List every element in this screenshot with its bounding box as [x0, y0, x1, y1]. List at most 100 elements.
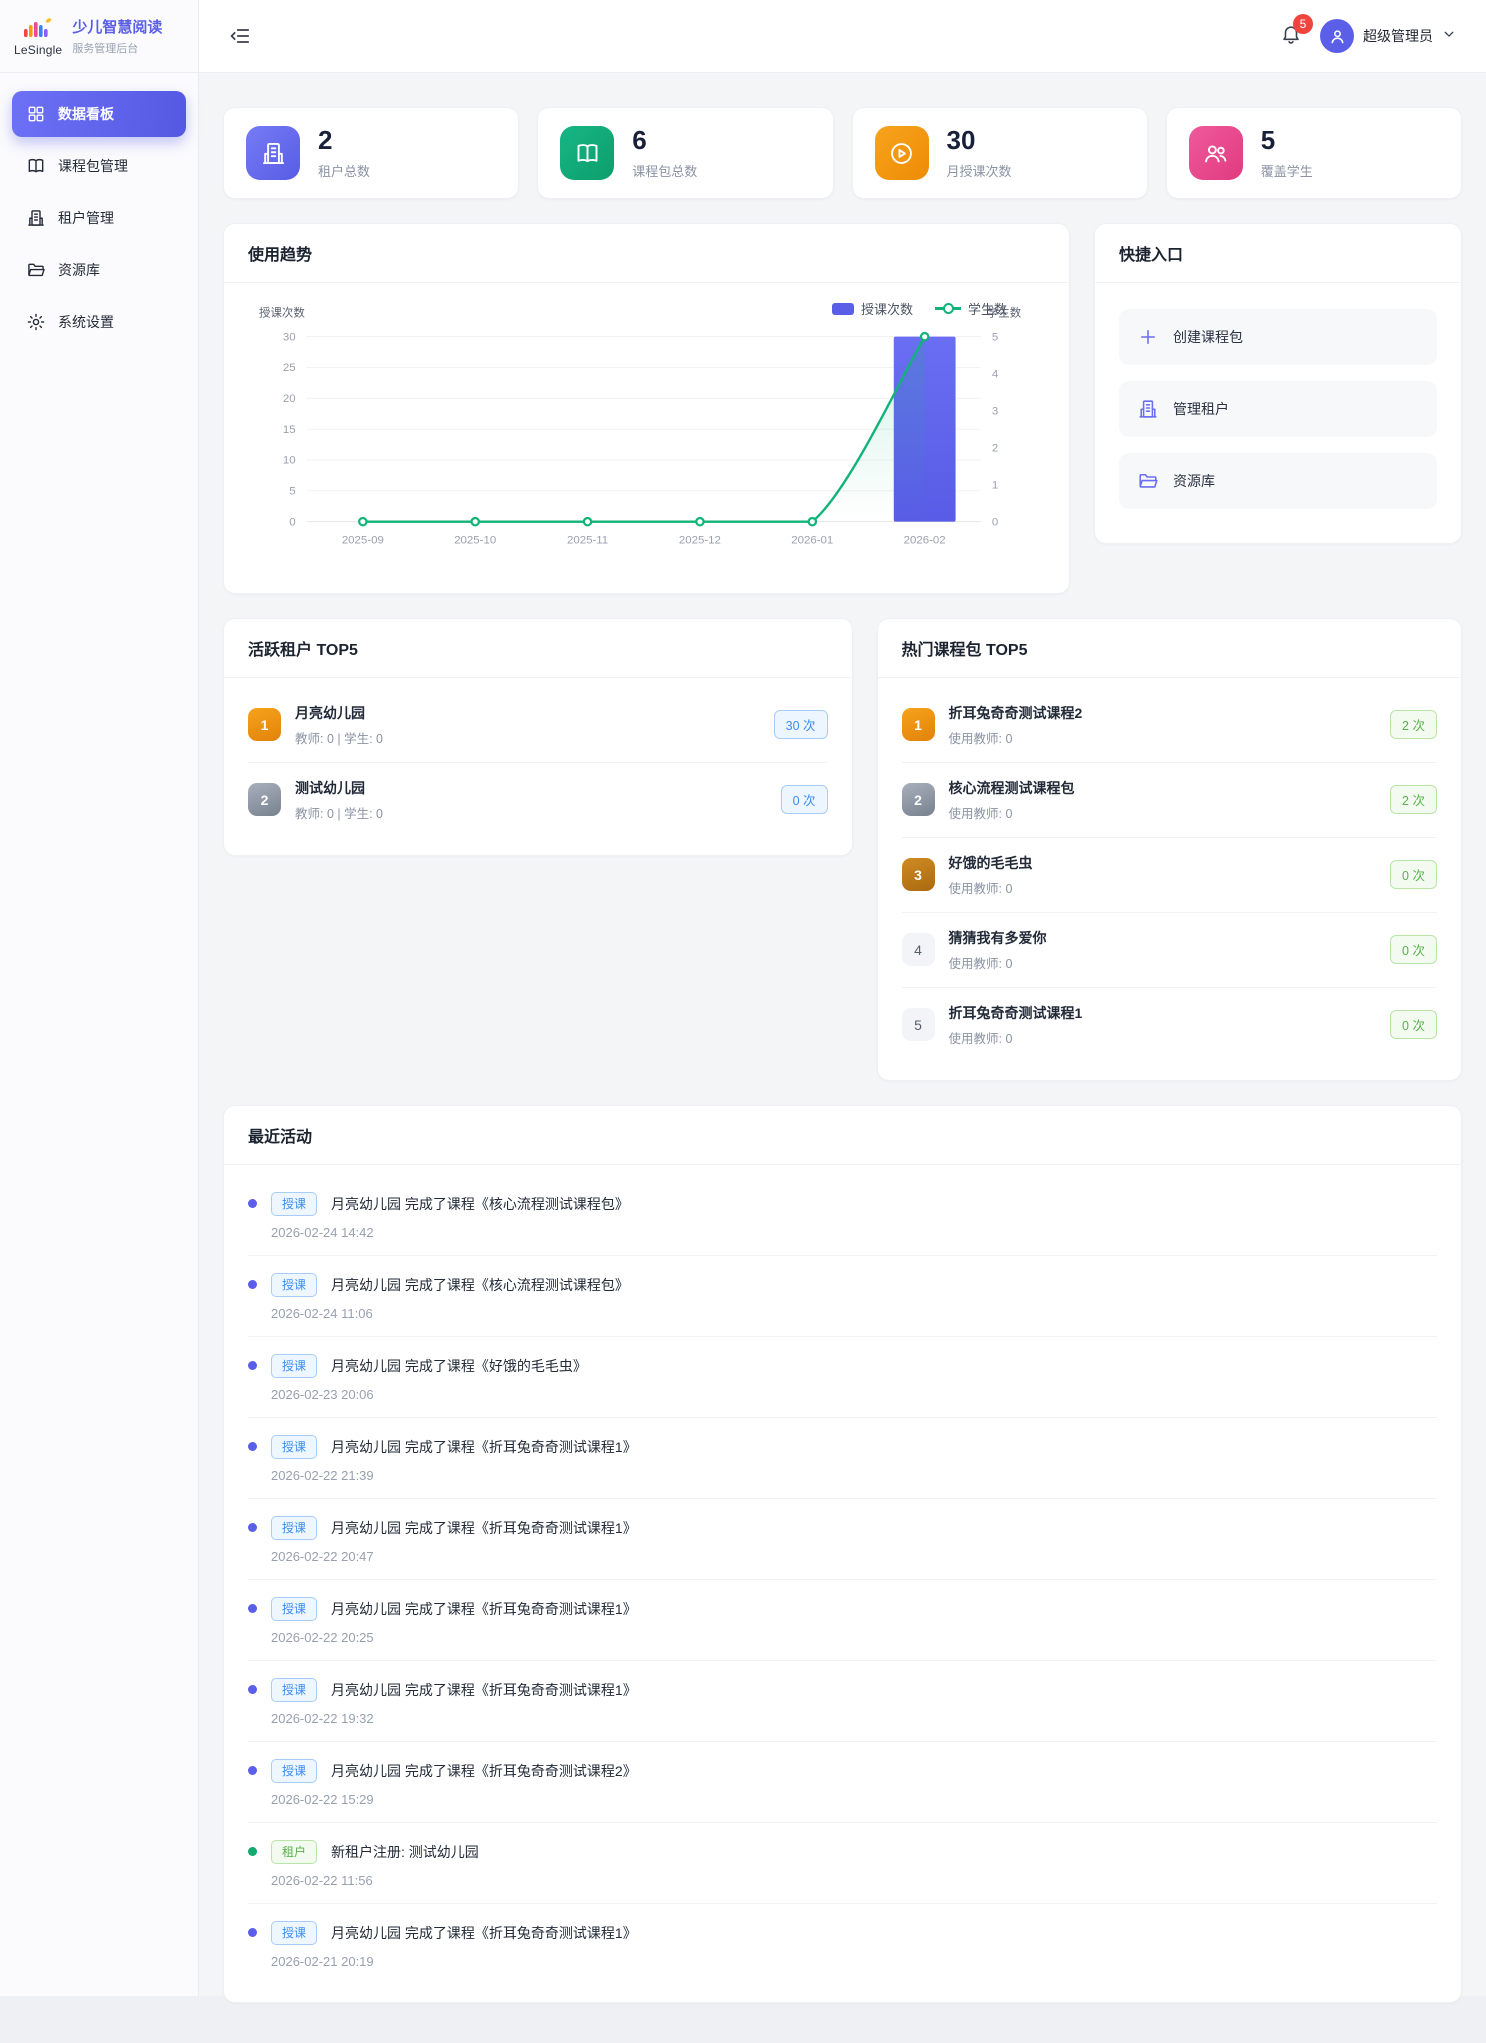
sidebar: LeSingle 少儿智慧阅读 服务管理后台 数据看板 课程包管理 租户管理 资… — [0, 0, 199, 1996]
activity-time: 2026-02-22 15:29 — [271, 1792, 1437, 1807]
count-badge: 0 次 — [1390, 860, 1437, 889]
play-icon — [875, 126, 929, 180]
activity-tag: 授课 — [271, 1597, 317, 1621]
rank-info: 折耳兔奇奇测试课程2 使用教师: 0 — [949, 703, 1377, 747]
sidebar-item-系统设置[interactable]: 系统设置 — [12, 299, 186, 345]
stat-label: 覆盖学生 — [1261, 161, 1313, 180]
rank-badge: 1 — [248, 708, 281, 741]
app-subtitle: 服务管理后台 — [72, 40, 162, 56]
sidebar-item-label: 租户管理 — [58, 208, 114, 228]
recent-activity-list: 授课 月亮幼儿园 完成了课程《核心流程测试课程包》 2026-02-24 14:… — [224, 1165, 1461, 2002]
svg-text:3: 3 — [992, 405, 998, 417]
legend-bar-swatch — [832, 303, 854, 315]
svg-text:15: 15 — [283, 424, 296, 436]
activity-time: 2026-02-22 21:39 — [271, 1468, 1437, 1483]
legend-item-line[interactable]: 学生数 — [935, 299, 1007, 318]
activity-dot — [248, 1928, 257, 1937]
logo-row: LeSingle 少儿智慧阅读 服务管理后台 — [0, 0, 198, 73]
avatar — [1320, 19, 1354, 53]
recent-activity-card: 最近活动 授课 月亮幼儿园 完成了课程《核心流程测试课程包》 2026-02-2… — [223, 1105, 1462, 2003]
svg-text:4: 4 — [992, 368, 999, 380]
quick-entry-创建课程包[interactable]: 创建课程包 — [1119, 309, 1437, 365]
usage-trend-chart: 授课次数学生数 051015202530012345授课次数学生数2025-09… — [224, 283, 1069, 593]
chart-legend: 授课次数 学生数 — [832, 299, 1007, 318]
rank-badge: 2 — [902, 783, 935, 816]
quick-entry-label: 管理租户 — [1173, 399, 1229, 419]
user-menu[interactable]: 超级管理员 — [1320, 19, 1456, 53]
active-tenants-title: 活跃租户 TOP5 — [224, 619, 852, 678]
svg-text:2026-01: 2026-01 — [791, 535, 833, 547]
svg-text:5: 5 — [992, 331, 998, 343]
activity-item: 授课 月亮幼儿园 完成了课程《折耳兔奇奇测试课程2》 2026-02-22 15… — [248, 1741, 1437, 1822]
sidebar-item-租户管理[interactable]: 租户管理 — [12, 195, 186, 241]
sidebar-item-资源库[interactable]: 资源库 — [12, 247, 186, 293]
activity-item: 授课 月亮幼儿园 完成了课程《好饿的毛毛虫》 2026-02-23 20:06 — [248, 1336, 1437, 1417]
svg-text:2025-11: 2025-11 — [567, 535, 608, 547]
activity-dot — [248, 1766, 257, 1775]
quick-entry-label: 创建课程包 — [1173, 327, 1243, 347]
quick-entry-管理租户[interactable]: 管理租户 — [1119, 381, 1437, 437]
legend-item-bar[interactable]: 授课次数 — [832, 299, 913, 318]
usage-trend-card: 使用趋势 授课次数学生数 051015202530012345授课次数学生数20… — [223, 223, 1070, 594]
collapse-sidebar-icon[interactable] — [229, 23, 255, 49]
active-tenants-list: 1 月亮幼儿园 教师: 0 | 学生: 0 30 次 2 测试幼儿园 教师: 0… — [224, 678, 852, 855]
main-content: 2 租户总数 6 课程包总数 30 月授课次数 5 覆盖学生 使用趋势 授课次数… — [199, 73, 1486, 2043]
activity-dot — [248, 1361, 257, 1370]
activity-tag: 租户 — [271, 1840, 317, 1864]
activity-item: 授课 月亮幼儿园 完成了课程《核心流程测试课程包》 2026-02-24 14:… — [248, 1175, 1437, 1255]
rank-name: 折耳兔奇奇测试课程1 — [949, 1003, 1377, 1023]
svg-text:20: 20 — [283, 393, 296, 405]
svg-text:25: 25 — [283, 362, 296, 374]
rank-info: 核心流程测试课程包 使用教师: 0 — [949, 778, 1377, 822]
building-icon — [246, 126, 300, 180]
activity-text: 月亮幼儿园 完成了课程《好饿的毛毛虫》 — [331, 1356, 587, 1376]
sidebar-menu: 数据看板 课程包管理 租户管理 资源库 系统设置 — [0, 73, 198, 363]
activity-item: 授课 月亮幼儿园 完成了课程《折耳兔奇奇测试课程1》 2026-02-22 20… — [248, 1579, 1437, 1660]
hot-packages-list: 1 折耳兔奇奇测试课程2 使用教师: 0 2 次 2 核心流程测试课程包 使用教… — [878, 678, 1461, 1080]
activity-time: 2026-02-22 19:32 — [271, 1711, 1437, 1726]
activity-text: 月亮幼儿园 完成了课程《折耳兔奇奇测试课程1》 — [331, 1599, 637, 1619]
sidebar-item-数据看板[interactable]: 数据看板 — [12, 91, 186, 137]
activity-dot — [248, 1685, 257, 1694]
rank-name: 好饿的毛毛虫 — [949, 853, 1377, 873]
activity-dot — [248, 1199, 257, 1208]
sidebar-item-课程包管理[interactable]: 课程包管理 — [12, 143, 186, 189]
activity-text: 新租户注册: 测试幼儿园 — [331, 1842, 479, 1862]
rank-info: 猜猜我有多爱你 使用教师: 0 — [949, 928, 1377, 972]
activity-text: 月亮幼儿园 完成了课程《折耳兔奇奇测试课程1》 — [331, 1680, 637, 1700]
activity-item: 授课 月亮幼儿园 完成了课程《核心流程测试课程包》 2026-02-24 11:… — [248, 1255, 1437, 1336]
stat-text: 30 月授课次数 — [947, 126, 1012, 180]
quick-entry-list: 创建课程包 管理租户 资源库 — [1095, 283, 1461, 543]
activity-text: 月亮幼儿园 完成了课程《折耳兔奇奇测试课程1》 — [331, 1518, 637, 1538]
quick-entry-资源库[interactable]: 资源库 — [1119, 453, 1437, 509]
rank-info: 好饿的毛毛虫 使用教师: 0 — [949, 853, 1377, 897]
stat-value: 2 — [318, 126, 370, 155]
users-icon — [1189, 126, 1243, 180]
svg-text:2025-10: 2025-10 — [454, 535, 496, 547]
svg-text:2025-09: 2025-09 — [342, 535, 384, 547]
rank-meta: 使用教师: 0 — [949, 1028, 1377, 1047]
book-icon — [26, 156, 46, 176]
rank-list-item: 2 测试幼儿园 教师: 0 | 学生: 0 0 次 — [248, 762, 828, 837]
stat-text: 2 租户总数 — [318, 126, 370, 180]
stat-value: 6 — [632, 126, 697, 155]
notification-bell-icon[interactable]: 5 — [1280, 23, 1302, 50]
activity-tag: 授课 — [271, 1354, 317, 1378]
activity-time: 2026-02-21 20:19 — [271, 1954, 1437, 1969]
sidebar-item-label: 资源库 — [58, 260, 100, 280]
app-title: 少儿智慧阅读 — [72, 16, 162, 37]
quick-entry-card: 快捷入口 创建课程包 管理租户 资源库 — [1094, 223, 1462, 544]
building-icon — [26, 208, 46, 228]
rank-meta: 使用教师: 0 — [949, 728, 1377, 747]
rank-list-item: 3 好饿的毛毛虫 使用教师: 0 0 次 — [902, 837, 1437, 912]
rank-meta: 使用教师: 0 — [949, 953, 1377, 972]
stat-text: 5 覆盖学生 — [1261, 126, 1313, 180]
activity-text: 月亮幼儿园 完成了课程《折耳兔奇奇测试课程2》 — [331, 1761, 637, 1781]
rank-name: 月亮幼儿园 — [295, 703, 760, 723]
gear-icon — [26, 312, 46, 332]
chevron-down-icon — [1442, 27, 1456, 46]
activity-dot — [248, 1523, 257, 1532]
recent-activity-title: 最近活动 — [224, 1106, 1461, 1165]
activity-tag: 授课 — [271, 1273, 317, 1297]
sidebar-item-label: 数据看板 — [58, 104, 114, 124]
